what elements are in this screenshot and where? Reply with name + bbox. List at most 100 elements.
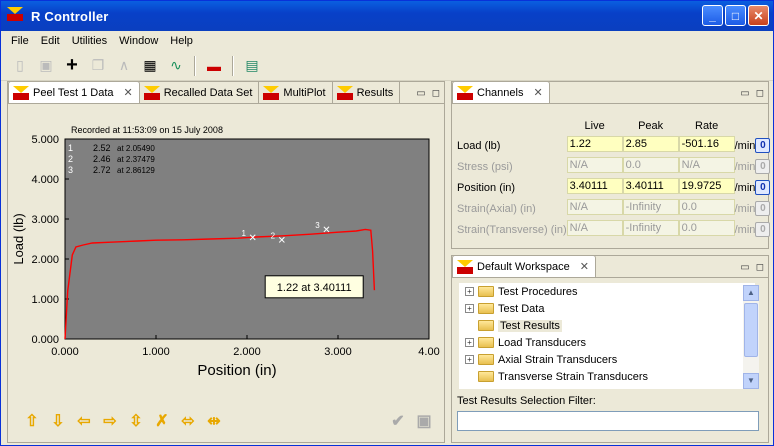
x-tick-label: 4.00 [418, 346, 439, 358]
live-value: N/A [566, 220, 623, 236]
zero-button[interactable]: 0 [755, 222, 771, 237]
new-document-icon[interactable]: ▯ [9, 55, 31, 77]
y-tick-label: 4.000 [31, 174, 59, 186]
tab-logo-icon [457, 85, 473, 100]
tab-close-icon[interactable]: ✕ [124, 86, 133, 99]
add-icon[interactable]: + [61, 54, 83, 77]
record-icon[interactable]: ▬ [203, 55, 225, 77]
expand-icon[interactable]: + [465, 287, 474, 296]
peak-value: -Infinity [622, 199, 679, 215]
minimize-view-icon[interactable]: ▭ [416, 88, 425, 99]
tab-close-icon[interactable]: ✕ [533, 86, 542, 99]
tree-item-label: Load Transducers [498, 336, 587, 349]
scroll-down-icon[interactable]: ▼ [743, 373, 759, 389]
tree-item-label: Test Results [498, 319, 562, 332]
legend-number: 2 [68, 154, 73, 164]
y-axis-label: Load (lb) [11, 213, 26, 264]
tab-recalled-data-set[interactable]: Recalled Data Set [139, 82, 260, 103]
channel-row: Strain(Axial) (in) N/A -Infinity 0.0 /mi… [457, 198, 771, 219]
tab-logo-icon [457, 259, 473, 274]
table-icon[interactable]: ▦ [139, 55, 161, 77]
save-results-icon[interactable]: ▣ [413, 410, 435, 432]
tree-scrollbar[interactable]: ▲ ▼ [743, 285, 759, 389]
menu-file[interactable]: File [5, 35, 35, 47]
tab-logo-icon [13, 85, 29, 100]
folder-icon [478, 337, 494, 348]
rate-value: 0.0 [678, 199, 735, 215]
arrow-down-icon[interactable]: ⇩ [47, 410, 69, 432]
scroll-thumb[interactable] [744, 303, 758, 357]
expand-icon[interactable]: + [465, 304, 474, 313]
menu-help[interactable]: Help [164, 35, 199, 47]
layout-icon[interactable]: ▤ [241, 55, 263, 77]
y-tick-label: 2.000 [31, 254, 59, 266]
close-button[interactable]: ✕ [748, 5, 769, 26]
maximize-view-icon[interactable]: ◻ [432, 88, 440, 99]
minimize-view-icon[interactable]: ▭ [740, 88, 749, 99]
tree-item[interactable]: Test Results [459, 317, 755, 334]
waveform-icon[interactable]: ∿ [165, 55, 187, 77]
arrow-left-icon[interactable]: ⇦ [73, 410, 95, 432]
peak-value: 2.85 [622, 136, 679, 152]
zero-button[interactable]: 0 [755, 159, 771, 174]
maximize-view-icon[interactable]: ◻ [756, 88, 764, 99]
rate-value: 19.9725 [678, 178, 735, 194]
expand-horizontal-icon[interactable]: ⬄ [177, 410, 199, 432]
y-tick-label: 3.000 [31, 214, 59, 226]
copy-icon[interactable]: ❐ [87, 55, 109, 77]
tab-channels[interactable]: Channels ✕ [452, 81, 550, 103]
rate-value: -501.16 [678, 136, 735, 152]
expand-icon[interactable]: + [465, 338, 474, 347]
tree-item[interactable]: Transverse Strain Transducers [459, 368, 755, 385]
folder-icon [478, 303, 494, 314]
tree-item[interactable]: + Load Transducers [459, 334, 755, 351]
title-bar: R Controller _ □ ✕ [1, 1, 773, 31]
maximize-button[interactable]: □ [725, 5, 746, 26]
minimize-button[interactable]: _ [702, 5, 723, 26]
marker-cross: ✕ [278, 236, 286, 247]
tree-item[interactable]: + Axial Strain Transducers [459, 351, 755, 368]
zero-button[interactable]: 0 [755, 138, 771, 153]
filter-input[interactable] [457, 411, 759, 431]
y-tick-label: 5.000 [31, 134, 59, 146]
tab-label: Results [356, 86, 394, 99]
channel-label: Load (lb) [457, 139, 501, 152]
zero-button[interactable]: 0 [755, 180, 771, 195]
channel-label: Strain(Transverse) (in) [457, 223, 567, 236]
folder-icon [478, 354, 494, 365]
menu-utilities[interactable]: Utilities [66, 35, 113, 47]
channel-row: Position (in) 3.40111 3.40111 19.9725 /m… [457, 177, 771, 198]
x-axis-label: Position (in) [197, 362, 276, 379]
rate-value: 0.0 [678, 220, 735, 236]
scroll-up-icon[interactable]: ▲ [743, 285, 759, 301]
tab-close-icon[interactable]: ✕ [580, 260, 589, 273]
channel-label: Position (in) [457, 181, 516, 194]
tab-multiplot[interactable]: MultiPlot [259, 82, 333, 103]
shrink-horizontal-icon[interactable]: ⇹ [203, 410, 225, 432]
arrow-right-icon[interactable]: ⇨ [99, 410, 121, 432]
tree-item[interactable]: + Test Data [459, 300, 755, 317]
tab-peel-test-1-data[interactable]: Peel Test 1 Data ✕ [8, 81, 140, 103]
window-title: R Controller [31, 8, 109, 24]
live-value: 1.22 [566, 136, 623, 152]
tab-default-workspace[interactable]: Default Workspace ✕ [452, 255, 596, 277]
tab-results[interactable]: Results [332, 82, 401, 103]
load-position-chart[interactable]: Recorded at 11:53:09 on 15 July 2008 0.00… [11, 105, 443, 397]
accept-icon[interactable]: ✔ [387, 410, 409, 432]
menu-edit[interactable]: Edit [35, 35, 66, 47]
legend-value: 2.52 [93, 143, 111, 153]
shrink-vertical-icon[interactable]: ✗ [151, 410, 173, 432]
curve-icon[interactable]: ∧ [113, 55, 135, 77]
minimize-view-icon[interactable]: ▭ [740, 262, 749, 273]
zero-button[interactable]: 0 [755, 201, 771, 216]
expand-icon[interactable]: + [465, 355, 474, 364]
tree-item[interactable]: + Test Procedures [459, 283, 755, 300]
arrow-up-icon[interactable]: ⇧ [21, 410, 43, 432]
tab-logo-icon [263, 85, 280, 100]
maximize-view-icon[interactable]: ◻ [756, 262, 764, 273]
chart-title: Recorded at 11:53:09 on 15 July 2008 [71, 125, 223, 135]
rate-unit: /min [734, 202, 756, 215]
save-icon[interactable]: ▣ [35, 55, 57, 77]
expand-vertical-icon[interactable]: ⇳ [125, 410, 147, 432]
menu-window[interactable]: Window [113, 35, 164, 47]
